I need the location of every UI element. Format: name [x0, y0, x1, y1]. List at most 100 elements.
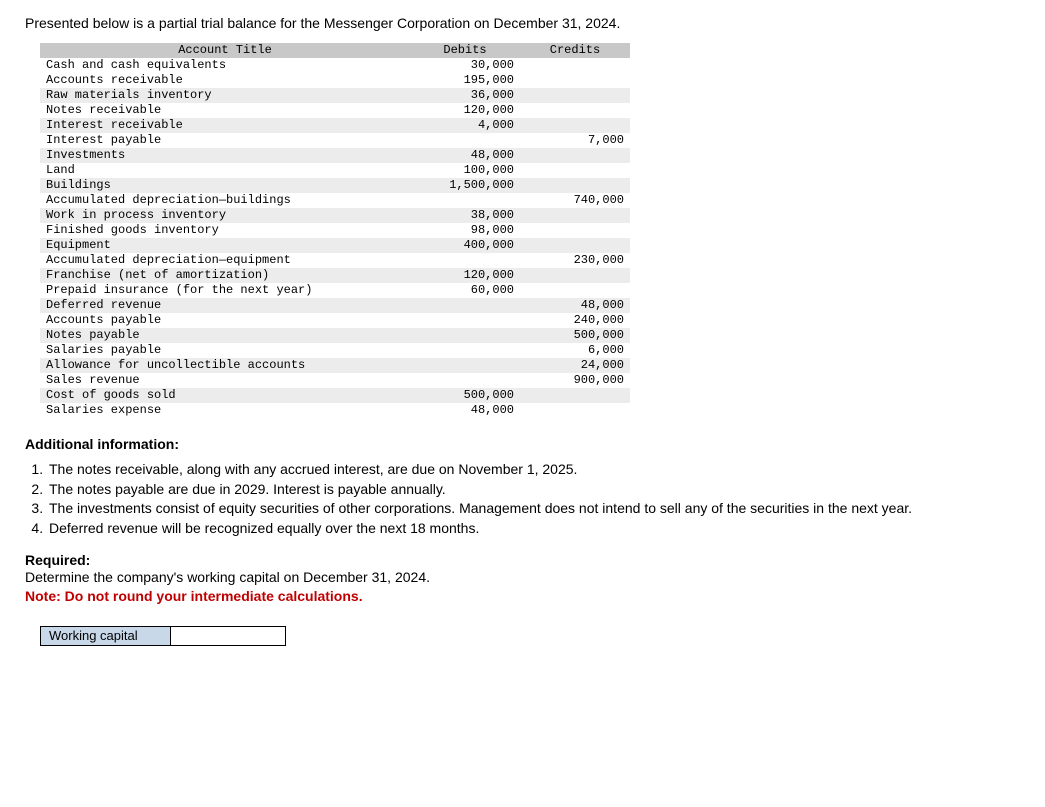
- table-row: Raw materials inventory36,000: [40, 88, 630, 103]
- table-row: Allowance for uncollectible accounts 24,0…: [40, 358, 630, 373]
- debit-cell: [410, 193, 520, 208]
- debit-cell: 120,000: [410, 103, 520, 118]
- table-row: Work in process inventory38,000: [40, 208, 630, 223]
- answer-table: Working capital: [40, 626, 286, 646]
- debit-cell: [410, 298, 520, 313]
- list-item: The notes receivable, along with any acc…: [47, 460, 1020, 480]
- credit-cell: 230,000: [520, 253, 630, 268]
- debit-cell: [410, 133, 520, 148]
- table-row: Salaries expense48,000: [40, 403, 630, 418]
- debit-cell: 60,000: [410, 283, 520, 298]
- debit-cell: 38,000: [410, 208, 520, 223]
- account-title-cell: Accounts receivable: [40, 73, 410, 88]
- table-row: Prepaid insurance (for the next year)60,…: [40, 283, 630, 298]
- required-heading: Required:: [25, 552, 1020, 568]
- account-title-cell: Sales revenue: [40, 373, 410, 388]
- credit-cell: [520, 88, 630, 103]
- table-row: Accumulated depreciation—equipment 230,00…: [40, 253, 630, 268]
- working-capital-cell: [171, 626, 286, 645]
- debit-cell: 195,000: [410, 73, 520, 88]
- account-title-cell: Notes receivable: [40, 103, 410, 118]
- table-row: Deferred revenue48,000: [40, 298, 630, 313]
- trial-balance-table: Account TitleDebitsCreditsCash and cash …: [40, 43, 630, 418]
- credit-cell: [520, 103, 630, 118]
- credit-cell: 6,000: [520, 343, 630, 358]
- account-title-cell: Buildings: [40, 178, 410, 193]
- list-item: Deferred revenue will be recognized equa…: [47, 519, 1020, 539]
- credit-cell: [520, 178, 630, 193]
- debit-cell: 100,000: [410, 163, 520, 178]
- credit-cell: [520, 58, 630, 73]
- additional-info-list: The notes receivable, along with any acc…: [47, 460, 1020, 538]
- credit-cell: 24,000: [520, 358, 630, 373]
- table-row: Accumulated depreciation—buildings 740,00…: [40, 193, 630, 208]
- table-row: Franchise (net of amortization)120,000: [40, 268, 630, 283]
- credit-cell: 740,000: [520, 193, 630, 208]
- account-title-cell: Interest receivable: [40, 118, 410, 133]
- list-item: The notes payable are due in 2029. Inter…: [47, 480, 1020, 500]
- table-header-row: Account TitleDebitsCredits: [40, 43, 630, 58]
- account-title-cell: Equipment: [40, 238, 410, 253]
- debit-cell: 48,000: [410, 403, 520, 418]
- debit-cell: 36,000: [410, 88, 520, 103]
- account-title-cell: Accumulated depreciation—buildings: [40, 193, 410, 208]
- credit-cell: [520, 163, 630, 178]
- account-title-cell: Work in process inventory: [40, 208, 410, 223]
- credit-cell: [520, 388, 630, 403]
- note-text: Note: Do not round your intermediate cal…: [25, 588, 1020, 604]
- table-row: Investments48,000: [40, 148, 630, 163]
- debit-cell: 400,000: [410, 238, 520, 253]
- account-title-cell: Land: [40, 163, 410, 178]
- working-capital-input[interactable]: [171, 627, 281, 645]
- debit-cell: 30,000: [410, 58, 520, 73]
- debit-cell: 120,000: [410, 268, 520, 283]
- working-capital-label: Working capital: [41, 626, 171, 645]
- account-title-cell: Raw materials inventory: [40, 88, 410, 103]
- table-row: Accounts receivable195,000: [40, 73, 630, 88]
- debit-cell: 4,000: [410, 118, 520, 133]
- account-title-cell: Allowance for uncollectible accounts: [40, 358, 410, 373]
- debit-cell: 500,000: [410, 388, 520, 403]
- account-title-cell: Cash and cash equivalents: [40, 58, 410, 73]
- table-row: Interest payable7,000: [40, 133, 630, 148]
- table-row: Notes payable500,000: [40, 328, 630, 343]
- account-title-cell: Franchise (net of amortization): [40, 268, 410, 283]
- list-item: The investments consist of equity securi…: [47, 499, 1020, 519]
- debit-cell: [410, 343, 520, 358]
- debit-cell: 98,000: [410, 223, 520, 238]
- credit-cell: 240,000: [520, 313, 630, 328]
- header-credits: Credits: [520, 43, 630, 58]
- table-row: Notes receivable120,000: [40, 103, 630, 118]
- debit-cell: [410, 373, 520, 388]
- additional-info-heading: Additional information:: [25, 436, 1020, 452]
- table-row: Finished goods inventory98,000: [40, 223, 630, 238]
- credit-cell: 7,000: [520, 133, 630, 148]
- credit-cell: [520, 403, 630, 418]
- credit-cell: [520, 283, 630, 298]
- credit-cell: [520, 238, 630, 253]
- table-row: Sales revenue 900,000: [40, 373, 630, 388]
- table-row: Cash and cash equivalents30,000: [40, 58, 630, 73]
- table-row: Cost of goods sold500,000: [40, 388, 630, 403]
- table-row: Buildings1,500,000: [40, 178, 630, 193]
- debit-cell: 48,000: [410, 148, 520, 163]
- debit-cell: 1,500,000: [410, 178, 520, 193]
- table-row: Interest receivable4,000: [40, 118, 630, 133]
- debit-cell: [410, 328, 520, 343]
- credit-cell: [520, 148, 630, 163]
- credit-cell: [520, 268, 630, 283]
- debit-cell: [410, 253, 520, 268]
- account-title-cell: Accumulated depreciation—equipment: [40, 253, 410, 268]
- credit-cell: 500,000: [520, 328, 630, 343]
- credit-cell: 900,000: [520, 373, 630, 388]
- debit-cell: [410, 313, 520, 328]
- table-row: Land100,000: [40, 163, 630, 178]
- credit-cell: 48,000: [520, 298, 630, 313]
- credit-cell: [520, 118, 630, 133]
- credit-cell: [520, 223, 630, 238]
- account-title-cell: Salaries expense: [40, 403, 410, 418]
- account-title-cell: Finished goods inventory: [40, 223, 410, 238]
- credit-cell: [520, 208, 630, 223]
- required-text: Determine the company's working capital …: [25, 568, 1020, 588]
- account-title-cell: Cost of goods sold: [40, 388, 410, 403]
